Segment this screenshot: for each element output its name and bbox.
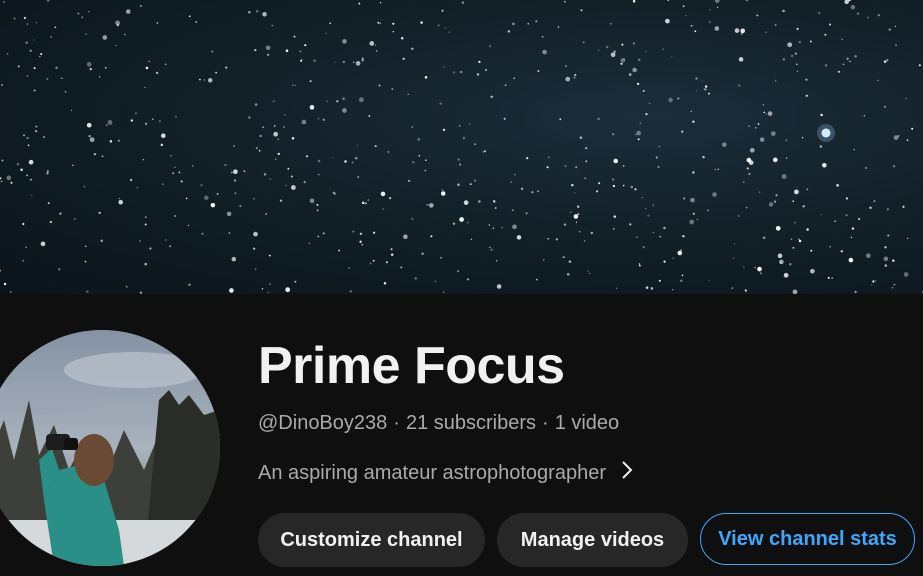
- video-count[interactable]: 1 video: [555, 412, 620, 434]
- subscriber-count: 21 subscribers: [405, 412, 537, 434]
- channel-avatar[interactable]: [0, 330, 220, 566]
- channel-description[interactable]: An aspiring amateur astrophotographer: [258, 459, 634, 487]
- channel-meta: @DinoBoy238 · 21 subscribers · 1 video: [258, 411, 619, 435]
- manage-videos-button[interactable]: Manage videos: [497, 513, 688, 567]
- avatar-photo: [0, 330, 220, 566]
- channel-description-text: An aspiring amateur astrophotographer: [258, 462, 606, 484]
- chevron-right-icon[interactable]: [620, 459, 634, 487]
- channel-name: Prime Focus: [258, 337, 565, 395]
- channel-banner: [0, 0, 923, 294]
- meta-separator: ·: [542, 412, 549, 434]
- customize-channel-button[interactable]: Customize channel: [258, 513, 485, 567]
- view-channel-stats-button[interactable]: View channel stats: [700, 513, 915, 565]
- starfield-image: [0, 0, 923, 294]
- channel-handle: @DinoBoy238: [258, 412, 388, 434]
- meta-separator: ·: [393, 412, 400, 434]
